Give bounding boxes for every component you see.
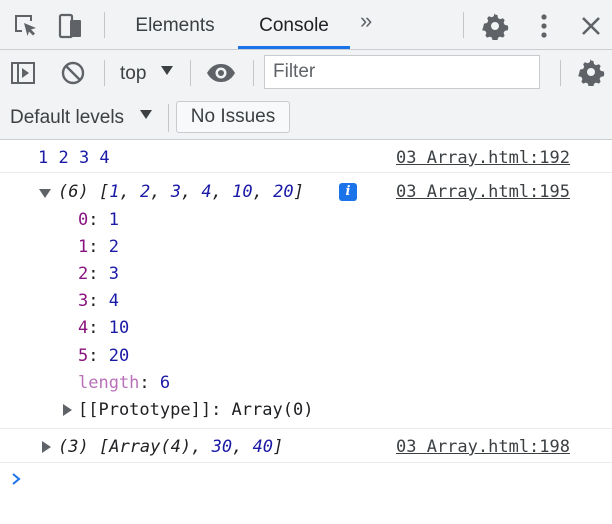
chevron-down-icon [140, 110, 152, 119]
source-link[interactable]: 03 Array.html:198 [396, 437, 570, 457]
array-open: [ [98, 182, 110, 202]
array-value: 2 [139, 182, 151, 202]
log-levels-dropdown[interactable]: Default levels [10, 96, 124, 140]
toolbar-divider [168, 104, 169, 132]
array-value: Array(4) [109, 437, 192, 457]
array-value: 20 [273, 182, 294, 202]
console-toolbar-secondary: Default levels No Issues [0, 96, 612, 140]
expand-triangle-icon[interactable] [39, 189, 51, 198]
array-entry: 0: 1 [78, 210, 119, 230]
console-message: 1 2 3 4 03 Array.html:192 [0, 141, 612, 173]
array-entry: 4: 10 [78, 318, 130, 338]
toolbar-divider [104, 60, 105, 86]
close-icon[interactable] [577, 12, 605, 40]
array-entry: 3: 4 [78, 291, 119, 311]
inspect-element-icon[interactable] [12, 12, 40, 40]
array-value: 3 [170, 182, 181, 202]
prototype-entry[interactable]: [[Prototype]]: Array(0) [78, 400, 313, 420]
expand-triangle-icon[interactable] [42, 441, 51, 453]
context-selector[interactable]: top [120, 50, 146, 96]
array-value: 30 [211, 437, 233, 457]
array-entry: 1: 2 [78, 237, 119, 257]
array-close: ] [293, 182, 304, 202]
array-count: (3) [58, 437, 89, 457]
tab-elements[interactable]: Elements [120, 0, 230, 49]
info-icon[interactable]: i [339, 183, 357, 201]
gear-icon[interactable] [481, 12, 509, 40]
source-link[interactable]: 03 Array.html:195 [396, 182, 570, 202]
array-length: length: 6 [78, 373, 171, 393]
devtools-tab-bar: Elements Console » [0, 0, 612, 50]
source-link[interactable]: 03 Array.html:192 [396, 148, 570, 168]
device-toolbar-icon[interactable] [56, 12, 84, 40]
array-value: 1 [109, 182, 120, 202]
array-value: 4 [201, 182, 212, 202]
array-open: [ [98, 437, 110, 457]
active-tab-indicator [238, 46, 350, 49]
more-options-icon[interactable] [530, 12, 558, 40]
array-summary[interactable]: (3) [Array(4), 30, 40] [58, 437, 283, 457]
array-count: (6) [58, 182, 89, 202]
console-settings-gear-icon[interactable] [577, 58, 605, 86]
array-entry: 5: 20 [78, 346, 130, 366]
console-message: (3) [Array(4), 30, 40] 03 Array.html:198 [0, 429, 612, 463]
show-console-sidebar-icon[interactable] [10, 60, 36, 86]
array-value: 10 [232, 182, 253, 202]
clear-console-icon[interactable] [60, 60, 86, 86]
tab-console[interactable]: Console [238, 0, 350, 49]
toolbar-divider [190, 60, 191, 86]
array-entry: 2: 3 [78, 264, 119, 284]
toolbar-divider [104, 12, 105, 38]
live-expression-eye-icon[interactable] [205, 60, 237, 86]
log-text: 1 2 3 4 [38, 148, 110, 168]
array-value: 40 [252, 437, 274, 457]
console-prompt-icon[interactable] [10, 472, 24, 486]
toolbar-divider [253, 60, 254, 86]
chevron-down-icon [161, 66, 173, 75]
expand-triangle-icon[interactable] [63, 404, 72, 416]
console-message: (6) [1, 2, 3, 4, 10, 20] i 03 Array.html… [0, 173, 612, 429]
array-summary[interactable]: (6) [1, 2, 3, 4, 10, 20] [58, 182, 304, 202]
issues-button[interactable]: No Issues [176, 101, 290, 133]
array-close: ] [273, 437, 284, 457]
toolbar-divider [560, 60, 561, 86]
filter-input[interactable]: Filter [264, 55, 540, 89]
toolbar-divider [463, 12, 464, 38]
console-toolbar: top Filter [0, 50, 612, 96]
more-tabs-button[interactable]: » [360, 8, 372, 34]
